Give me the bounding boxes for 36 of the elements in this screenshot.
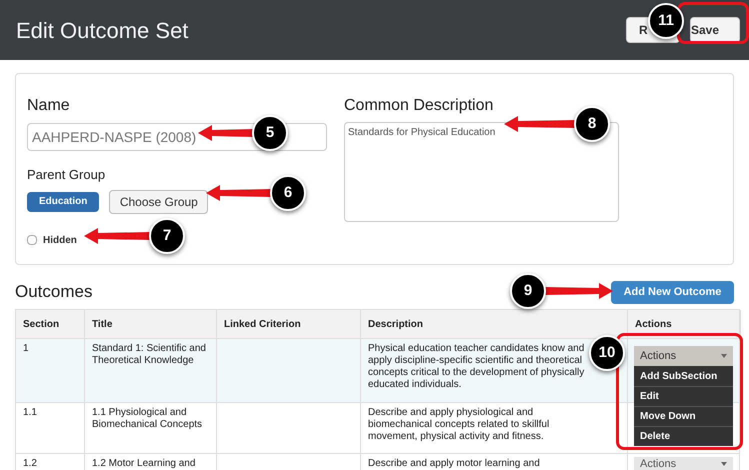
table-cell-text: 1.1 Physiological and Biomechanical Concepts xyxy=(92,407,204,431)
table-cell-text: Describe and apply physiological and biomechanical concepts related to skillful movement, physical activity and fitness. xyxy=(368,407,550,443)
table-cell-text: 1.2 Motor Learning and xyxy=(92,458,196,470)
choose-group-button[interactable]: Choose Group xyxy=(109,190,208,214)
hidden-checkbox[interactable] xyxy=(27,235,37,245)
table-cell-text: 1.1 xyxy=(23,407,38,419)
arrow xyxy=(545,283,613,299)
arrow xyxy=(198,125,254,141)
callout-number: 8 xyxy=(574,106,610,142)
field-label: Parent Group xyxy=(27,166,106,184)
arrow xyxy=(504,116,576,132)
arrow xyxy=(84,228,150,244)
arrow xyxy=(206,185,272,201)
caret-icon xyxy=(721,462,727,466)
table-cell-text: 1 xyxy=(23,343,30,355)
actions-dropdown[interactable]: Actions xyxy=(634,346,733,366)
section-heading: Outcomes xyxy=(15,281,92,304)
callout-number: 7 xyxy=(149,218,185,254)
caret-icon xyxy=(721,354,727,358)
callout-number: 9 xyxy=(510,273,546,309)
menu-item[interactable]: Add SubSection xyxy=(634,366,733,386)
table-cell-text: Standard 1: Scientific and Theoretical Knowledge xyxy=(92,343,207,367)
page-title: Edit Outcome Set xyxy=(16,16,188,44)
callout-number: 5 xyxy=(252,115,288,151)
menu-item[interactable]: Edit xyxy=(634,386,733,406)
checkbox-label: Hidden xyxy=(43,234,77,248)
field-label: Common Description xyxy=(344,96,494,116)
callout-number: 6 xyxy=(270,175,306,211)
actions-dropdown[interactable]: Actions xyxy=(634,457,733,470)
table-cell-text: 1.2 xyxy=(23,458,38,470)
add-outcome-button[interactable]: Add New Outcome xyxy=(611,280,734,304)
save-button[interactable]: Save xyxy=(690,17,740,43)
field-label: Name xyxy=(27,96,71,116)
group-tag: Education xyxy=(27,192,100,212)
table-cell-text: Describe and apply motor learning and xyxy=(368,458,541,470)
table-cell-text: Physical education teacher candidates know and apply discipline-specific scientific and theoretical concepts critical to the development of physically educated individuals. xyxy=(368,343,586,391)
